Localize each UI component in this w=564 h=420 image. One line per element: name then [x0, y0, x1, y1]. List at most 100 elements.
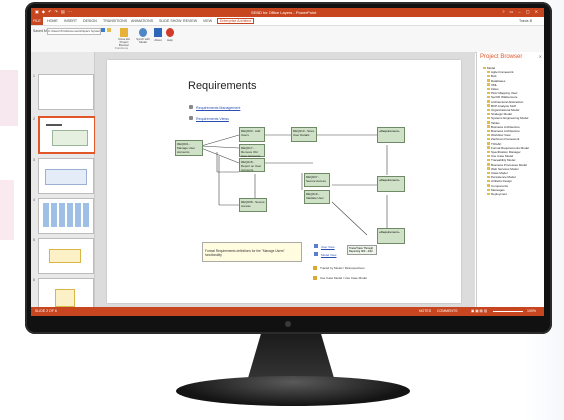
slide-thumbnail-selected[interactable]	[38, 116, 96, 154]
folder-icon	[487, 175, 490, 179]
title-bar: ▣ ◆ ↶ ↷ ▤ ⋯ SEBD for Office Layers - Pow…	[31, 8, 544, 17]
folder-icon	[487, 125, 490, 128]
folder-icon	[487, 150, 490, 154]
folder-icon	[487, 146, 490, 149]
zoom-slider[interactable]	[493, 311, 523, 312]
model-view-link[interactable]: Model View	[321, 253, 336, 257]
folder-icon	[487, 79, 490, 82]
background-decoration	[0, 70, 18, 126]
folder-icon	[483, 66, 486, 69]
tab-review[interactable]: REVIEW	[183, 19, 197, 23]
folder-icon	[487, 96, 490, 99]
view-icon	[314, 244, 318, 248]
view-buttons[interactable]: ▣ ▦ ▤ ▥	[471, 309, 487, 313]
slide-number: 4	[33, 198, 35, 202]
background-decoration	[0, 180, 14, 240]
monitor-logo	[285, 321, 291, 327]
monitor-stand-neck	[248, 334, 334, 378]
zoom-level[interactable]: 100%	[527, 309, 536, 313]
requirement-box[interactable]: REQ018 - Report on User Accounts	[239, 158, 265, 172]
folder-icon	[487, 104, 490, 107]
project-browser-title: Project Browser	[480, 54, 523, 60]
app-window: ▣ ◆ ↶ ↷ ▤ ⋯ SEBD for Office Layers - Pow…	[31, 8, 544, 316]
folder-icon	[487, 184, 490, 187]
folder-icon	[487, 154, 490, 158]
ribbon-tabs: FILE HOME INSERT DESIGN TRANSITIONS ANIM…	[31, 17, 544, 26]
diagram-note[interactable]: Formal Requirements definitions for the …	[202, 242, 302, 262]
package-icon	[313, 276, 317, 280]
folder-icon	[487, 159, 490, 162]
requirement-element[interactable]: «Requirement»	[377, 127, 405, 143]
notes-button[interactable]: NOTES	[419, 309, 431, 313]
slide-thumbnail[interactable]	[38, 158, 94, 194]
folder-icon	[487, 180, 490, 183]
folder-icon	[487, 75, 490, 78]
requirement-box[interactable]: REQ017 - Remove Old User Accounts	[239, 144, 265, 158]
folder-icon	[487, 163, 490, 166]
requirement-element[interactable]: «Requirement»	[377, 176, 405, 192]
window-controls[interactable]: ? ▭ – ▢ ✕	[502, 9, 540, 14]
connector-lines	[200, 134, 388, 236]
slide-number: 5	[33, 238, 35, 242]
folder-icon	[487, 100, 490, 103]
slide-thumbnail-panel[interactable]: 1 2 3 4 5 6	[31, 52, 96, 314]
folder-icon	[487, 83, 490, 86]
folder-icon	[487, 188, 490, 191]
requirement-box[interactable]: REQ003 - Add Users	[239, 127, 265, 142]
folder-icon	[487, 133, 490, 137]
about-button[interactable]: About	[152, 28, 164, 42]
close-icon[interactable]: ✕	[539, 54, 542, 59]
requirement-box[interactable]: REQ010 - Store User Details	[291, 127, 317, 142]
sync-icon	[139, 28, 147, 37]
slide-number: 2	[33, 117, 35, 121]
folder-icon[interactable]	[107, 28, 111, 32]
legend-item: Use Case Model / Use Case Model	[320, 276, 367, 280]
slide-number: 6	[33, 278, 35, 282]
folder-icon	[487, 70, 490, 74]
folder-icon	[487, 117, 490, 120]
tab-file[interactable]: FILE	[31, 17, 43, 25]
requirement-box[interactable]: REQ008 - Secure Access	[239, 198, 267, 212]
slide-thumbnail[interactable]	[38, 74, 94, 110]
help-icon	[166, 28, 174, 37]
synch-model-button[interactable]: Synch with Model	[134, 28, 152, 44]
folder-icon	[487, 171, 490, 175]
info-icon	[154, 28, 162, 37]
package-icon	[313, 266, 317, 270]
ribbon-group-label: Functions	[115, 46, 129, 50]
about-label: About	[154, 38, 162, 42]
requirement-box[interactable]: REQ007 - Secure Access	[304, 173, 330, 187]
tree-item[interactable]: Deployment	[483, 192, 529, 196]
tab-animations[interactable]: ANIMATIONS	[131, 19, 153, 23]
edit-icon[interactable]	[101, 28, 105, 32]
current-slide[interactable]: Requirements Requirements Management Req…	[107, 60, 461, 303]
folder-icon	[487, 87, 490, 91]
model-path-field[interactable]: C:\Users\Tim\Documents\Sparx Systems\EA	[47, 28, 101, 35]
slide-thumbnail[interactable]	[38, 238, 94, 274]
requirement-box[interactable]: REQ001 - Manage User Accounts	[175, 140, 203, 156]
quick-access-toolbar[interactable]: ▣ ◆ ↶ ↷ ▤ ⋯	[35, 9, 73, 14]
slide-number: 3	[33, 158, 35, 162]
project-browser-panel: Project Browser ✕ Model Agile Framework Bo…	[476, 52, 544, 307]
requirement-box[interactable]: REQ019 - Validate User	[304, 190, 330, 204]
tab-design[interactable]: DESIGN	[83, 19, 97, 23]
tab-enterprise-architect[interactable]: Enterprise Architect	[217, 18, 255, 24]
requirement-element[interactable]: «Requirement»	[377, 228, 405, 244]
tree-item-label: Deployment	[491, 192, 508, 197]
tab-slide-show[interactable]: SLIDE SHOW	[159, 19, 182, 23]
help-button[interactable]: Help	[164, 28, 176, 42]
user-view-link[interactable]: User View	[321, 245, 335, 249]
user-name[interactable]: Travis B	[519, 19, 532, 23]
status-bar: SLIDE 2 OF 6 NOTES COMMENTS ▣ ▦ ▤ ▥ 100%	[31, 307, 544, 316]
folder-icon	[487, 112, 490, 116]
tab-home[interactable]: HOME	[47, 19, 58, 23]
tab-transitions[interactable]: TRANSITIONS	[103, 19, 127, 23]
slide-thumbnail[interactable]	[38, 198, 94, 234]
folder-icon	[487, 129, 490, 133]
comments-button[interactable]: COMMENTS	[437, 309, 457, 313]
tab-insert[interactable]: INSERT	[64, 19, 77, 23]
tab-view[interactable]: VIEW	[203, 19, 212, 23]
close-ea-button[interactable]: Close EA Project Browser	[115, 28, 133, 47]
monitor-stand-base	[176, 376, 410, 406]
trace-box[interactable]: Trace/Trace Through Reporting 003 - 4/22	[347, 245, 377, 255]
